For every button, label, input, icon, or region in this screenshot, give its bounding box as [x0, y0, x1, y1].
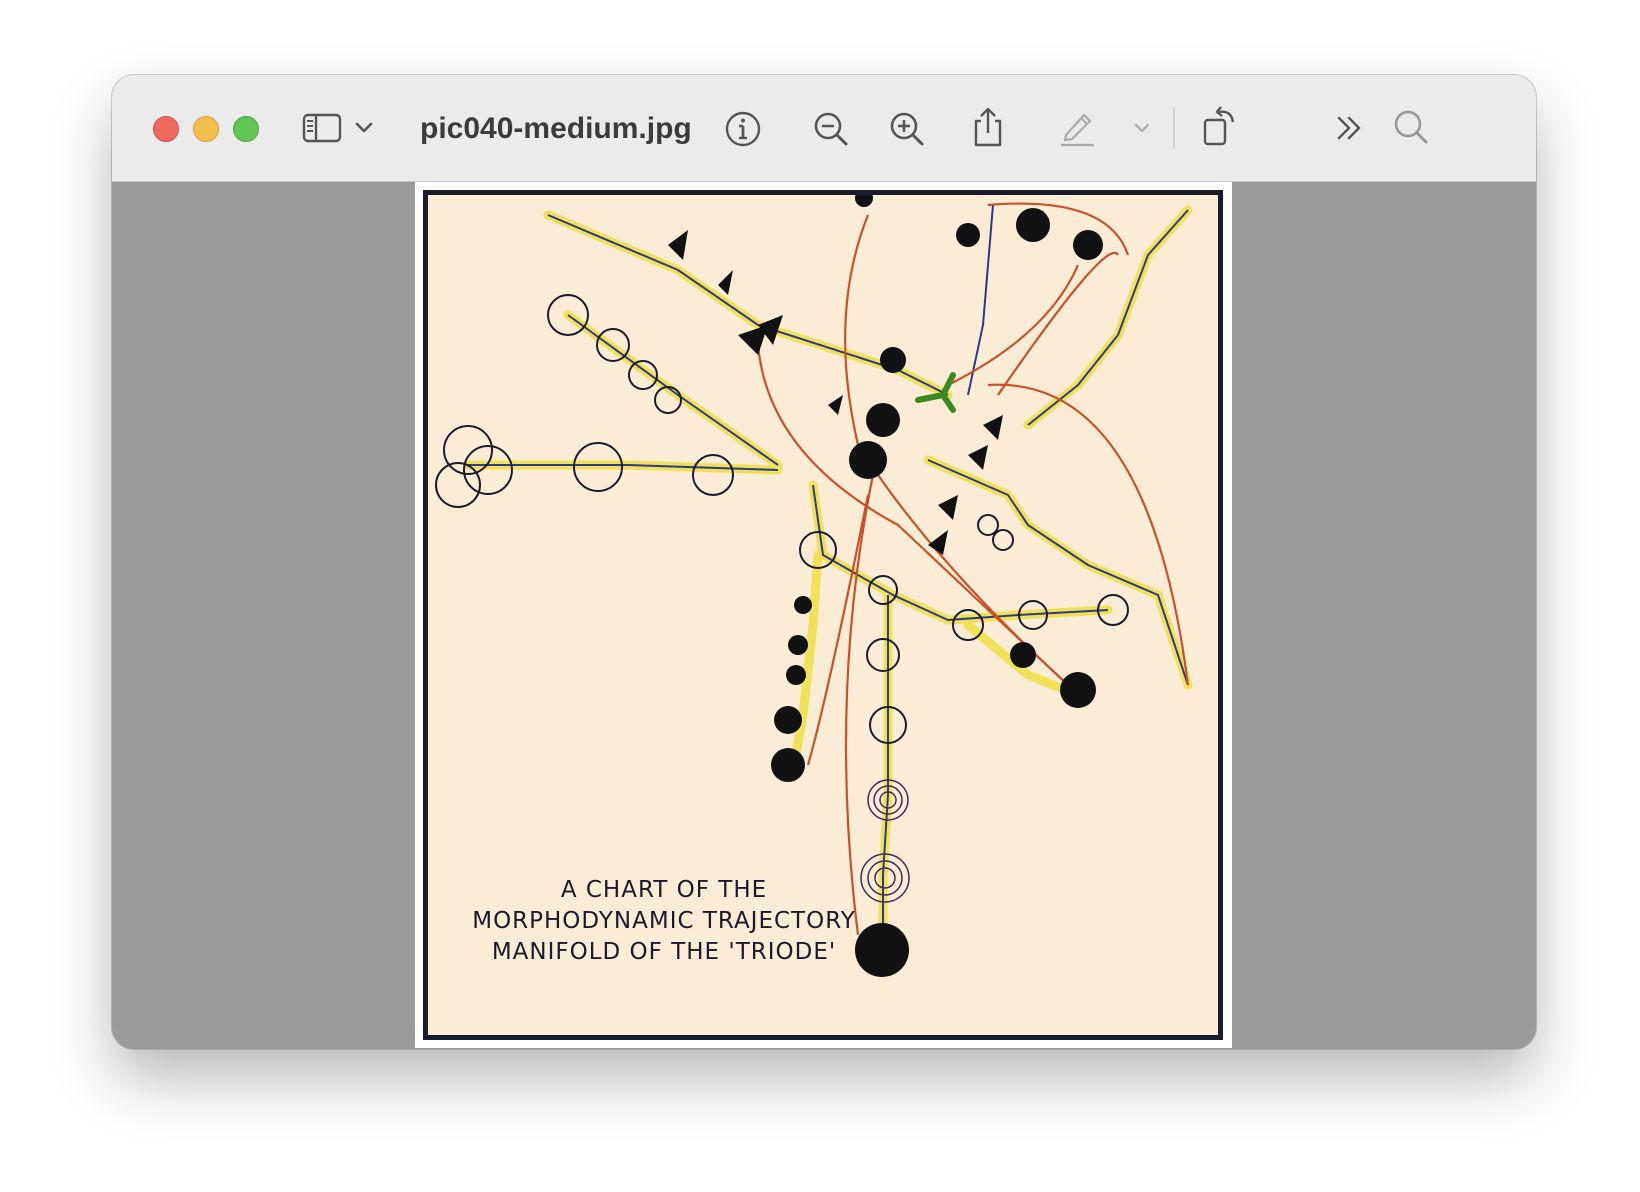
- title-bar[interactable]: pic040-medium.jpg: [112, 75, 1536, 182]
- sidebar-icon: [302, 113, 342, 143]
- image-canvas[interactable]: A CHART OF THE MORPHODYNAMIC TRAJECTORY …: [112, 182, 1536, 1049]
- drawing-caption: A CHART OF THE MORPHODYNAMIC TRAJECTORY …: [454, 875, 874, 968]
- sidebar-toggle-button[interactable]: [300, 110, 344, 146]
- close-button[interactable]: [153, 116, 179, 142]
- share-button[interactable]: [968, 103, 1008, 151]
- rotate-icon: [1203, 106, 1235, 146]
- zoom-out-button[interactable]: [810, 108, 852, 150]
- document-image: A CHART OF THE MORPHODYNAMIC TRAJECTORY …: [415, 182, 1232, 1048]
- caption-line-3: MANIFOLD OF THE 'TRIODE': [491, 939, 837, 965]
- more-button[interactable]: [1332, 109, 1368, 147]
- zoom-button[interactable]: [233, 116, 259, 142]
- morphodynamic-chart-drawing: A CHART OF THE MORPHODYNAMIC TRAJECTORY …: [423, 190, 1223, 1040]
- markup-button[interactable]: [1056, 105, 1098, 149]
- search-button[interactable]: [1390, 106, 1432, 148]
- caption-line-2: MORPHODYNAMIC TRAJECTORY: [472, 908, 856, 934]
- sidebar-options-button[interactable]: [352, 117, 376, 139]
- zoom-in-icon: [890, 112, 924, 146]
- info-button[interactable]: [722, 108, 764, 150]
- more-chevrons-icon: [1337, 116, 1361, 140]
- search-icon: [1394, 110, 1428, 144]
- toolbar-separator: [1173, 107, 1175, 149]
- chevron-down-icon: [1134, 123, 1150, 133]
- zoom-out-icon: [814, 112, 848, 146]
- markup-pen-icon: [1061, 113, 1094, 147]
- chevron-down-icon: [355, 122, 373, 133]
- window-title: pic040-medium.jpg: [420, 112, 692, 145]
- markup-options-button[interactable]: [1130, 117, 1154, 139]
- share-icon: [974, 107, 1002, 147]
- caption-line-1: A CHART OF THE: [560, 877, 768, 903]
- info-icon: [725, 111, 761, 147]
- zoom-in-button[interactable]: [886, 108, 928, 150]
- minimize-button[interactable]: [193, 116, 219, 142]
- preview-window: pic040-medium.jpg A CHART OF THE MORPHOD…: [112, 75, 1536, 1049]
- rotate-button[interactable]: [1200, 103, 1240, 149]
